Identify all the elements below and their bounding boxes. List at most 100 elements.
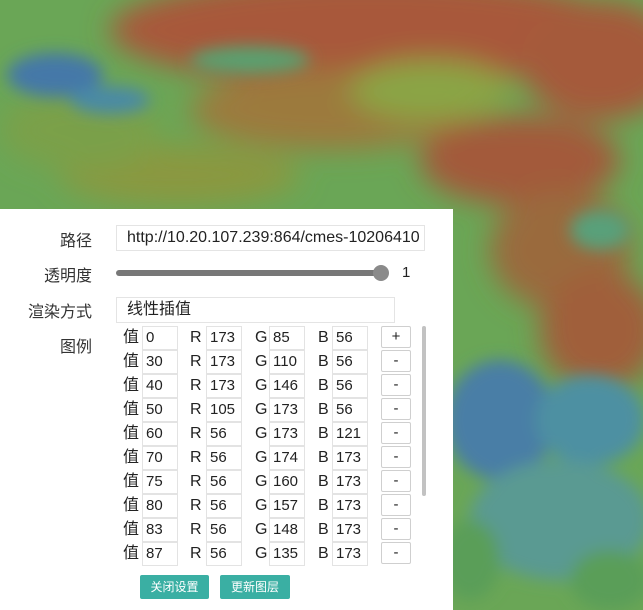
value-caption: 值	[123, 329, 140, 346]
remove-stop-button[interactable]: -	[381, 398, 411, 420]
r-input[interactable]: 173	[206, 374, 242, 398]
update-layer-button[interactable]: 更新图层	[220, 575, 290, 599]
render-mode-select[interactable]: 线性插值	[116, 297, 395, 323]
b-input[interactable]: 173	[332, 542, 368, 566]
value-caption: 值	[123, 425, 140, 442]
r-input[interactable]: 56	[206, 422, 242, 446]
value-caption: 值	[123, 497, 140, 514]
opacity-slider-thumb[interactable]	[373, 265, 389, 281]
value-caption: 值	[123, 521, 140, 538]
r-caption: R	[190, 545, 202, 562]
legend-scrollbar[interactable]	[422, 326, 426, 496]
opacity-slider-track[interactable]	[116, 270, 384, 276]
remove-stop-button[interactable]: -	[381, 422, 411, 444]
opacity-value: 1	[402, 264, 411, 281]
remove-stop-button[interactable]: -	[381, 518, 411, 540]
value-input[interactable]: 87	[142, 542, 178, 566]
b-caption: B	[318, 521, 329, 538]
legend-row: 值 87 R 56 G 135 B 173-	[120, 542, 420, 566]
r-caption: R	[190, 449, 202, 466]
g-input[interactable]: 174	[269, 446, 305, 470]
b-input[interactable]: 121	[332, 422, 368, 446]
remove-stop-button[interactable]: -	[381, 374, 411, 396]
remove-stop-button[interactable]: -	[381, 446, 411, 468]
value-input[interactable]: 80	[142, 494, 178, 518]
add-stop-button[interactable]: +	[381, 326, 411, 348]
b-input[interactable]: 173	[332, 446, 368, 470]
remove-stop-button[interactable]: -	[381, 542, 411, 564]
b-input[interactable]: 56	[332, 374, 368, 398]
b-input[interactable]: 173	[332, 494, 368, 518]
r-caption: R	[190, 497, 202, 514]
b-caption: B	[318, 449, 329, 466]
value-input[interactable]: 50	[142, 398, 178, 422]
value-input[interactable]: 30	[142, 350, 178, 374]
r-input[interactable]: 56	[206, 446, 242, 470]
value-caption: 值	[123, 353, 140, 370]
b-input[interactable]: 173	[332, 518, 368, 542]
r-input[interactable]: 56	[206, 518, 242, 542]
r-caption: R	[190, 425, 202, 442]
b-caption: B	[318, 377, 329, 394]
b-input[interactable]: 173	[332, 470, 368, 494]
r-input[interactable]: 56	[206, 542, 242, 566]
b-caption: B	[318, 425, 329, 442]
remove-stop-button[interactable]: -	[381, 494, 411, 516]
legend-row: 值 40 R 173 G 146 B 56-	[120, 374, 420, 398]
legend-row: 值 0 R 173 G 85 B 56 +	[120, 326, 420, 350]
legend-row: 值 60 R 56 G 173 B 121-	[120, 422, 420, 446]
b-input[interactable]: 56	[332, 350, 368, 374]
value-input[interactable]: 75	[142, 470, 178, 494]
value-input[interactable]: 60	[142, 422, 178, 446]
value-input[interactable]: 40	[142, 374, 178, 398]
value-input[interactable]: 83	[142, 518, 178, 542]
b-input[interactable]: 56	[332, 326, 368, 350]
g-input[interactable]: 157	[269, 494, 305, 518]
legend-row: 值 50 R 105 G 173 B 56-	[120, 398, 420, 422]
legend-row: 值 80 R 56 G 157 B 173-	[120, 494, 420, 518]
r-input[interactable]: 173	[206, 326, 242, 350]
g-caption: G	[255, 353, 268, 370]
r-caption: R	[190, 521, 202, 538]
legend-row: 值 75 R 56 G 160 B 173-	[120, 470, 420, 494]
value-caption: 值	[123, 545, 140, 562]
g-caption: G	[255, 425, 268, 442]
r-input[interactable]: 56	[206, 470, 242, 494]
r-input[interactable]: 105	[206, 398, 242, 422]
g-input[interactable]: 160	[269, 470, 305, 494]
g-input[interactable]: 173	[269, 398, 305, 422]
g-caption: G	[255, 401, 268, 418]
legend-row: 值 70 R 56 G 174 B 173-	[120, 446, 420, 470]
path-input[interactable]: http://10.20.107.239:864/cmes-10206410	[116, 225, 425, 251]
g-caption: G	[255, 545, 268, 562]
g-caption: G	[255, 473, 268, 490]
g-input[interactable]: 173	[269, 422, 305, 446]
r-input[interactable]: 173	[206, 350, 242, 374]
r-caption: R	[190, 401, 202, 418]
r-caption: R	[190, 377, 202, 394]
g-input[interactable]: 85	[269, 326, 305, 350]
b-caption: B	[318, 329, 329, 346]
value-caption: 值	[123, 401, 140, 418]
g-caption: G	[255, 521, 268, 538]
remove-stop-button[interactable]: -	[381, 470, 411, 492]
b-caption: B	[318, 545, 329, 562]
b-input[interactable]: 56	[332, 398, 368, 422]
b-caption: B	[318, 401, 329, 418]
g-input[interactable]: 148	[269, 518, 305, 542]
g-input[interactable]: 135	[269, 542, 305, 566]
opacity-label: 透明度	[43, 268, 92, 285]
r-caption: R	[190, 353, 202, 370]
g-input[interactable]: 146	[269, 374, 305, 398]
legend-list[interactable]: 值 0 R 173 G 85 B 56 + 值 30 R 173 G 110 B 56- 值 40 R 173 G 146 B…	[120, 326, 425, 572]
b-caption: B	[318, 497, 329, 514]
value-input[interactable]: 70	[142, 446, 178, 470]
g-input[interactable]: 110	[269, 350, 305, 374]
value-input[interactable]: 0	[142, 326, 178, 350]
g-caption: G	[255, 329, 268, 346]
close-settings-button[interactable]: 关闭设置	[140, 575, 209, 599]
g-caption: G	[255, 497, 268, 514]
remove-stop-button[interactable]: -	[381, 350, 411, 372]
r-input[interactable]: 56	[206, 494, 242, 518]
legend-label: 图例	[59, 339, 92, 356]
